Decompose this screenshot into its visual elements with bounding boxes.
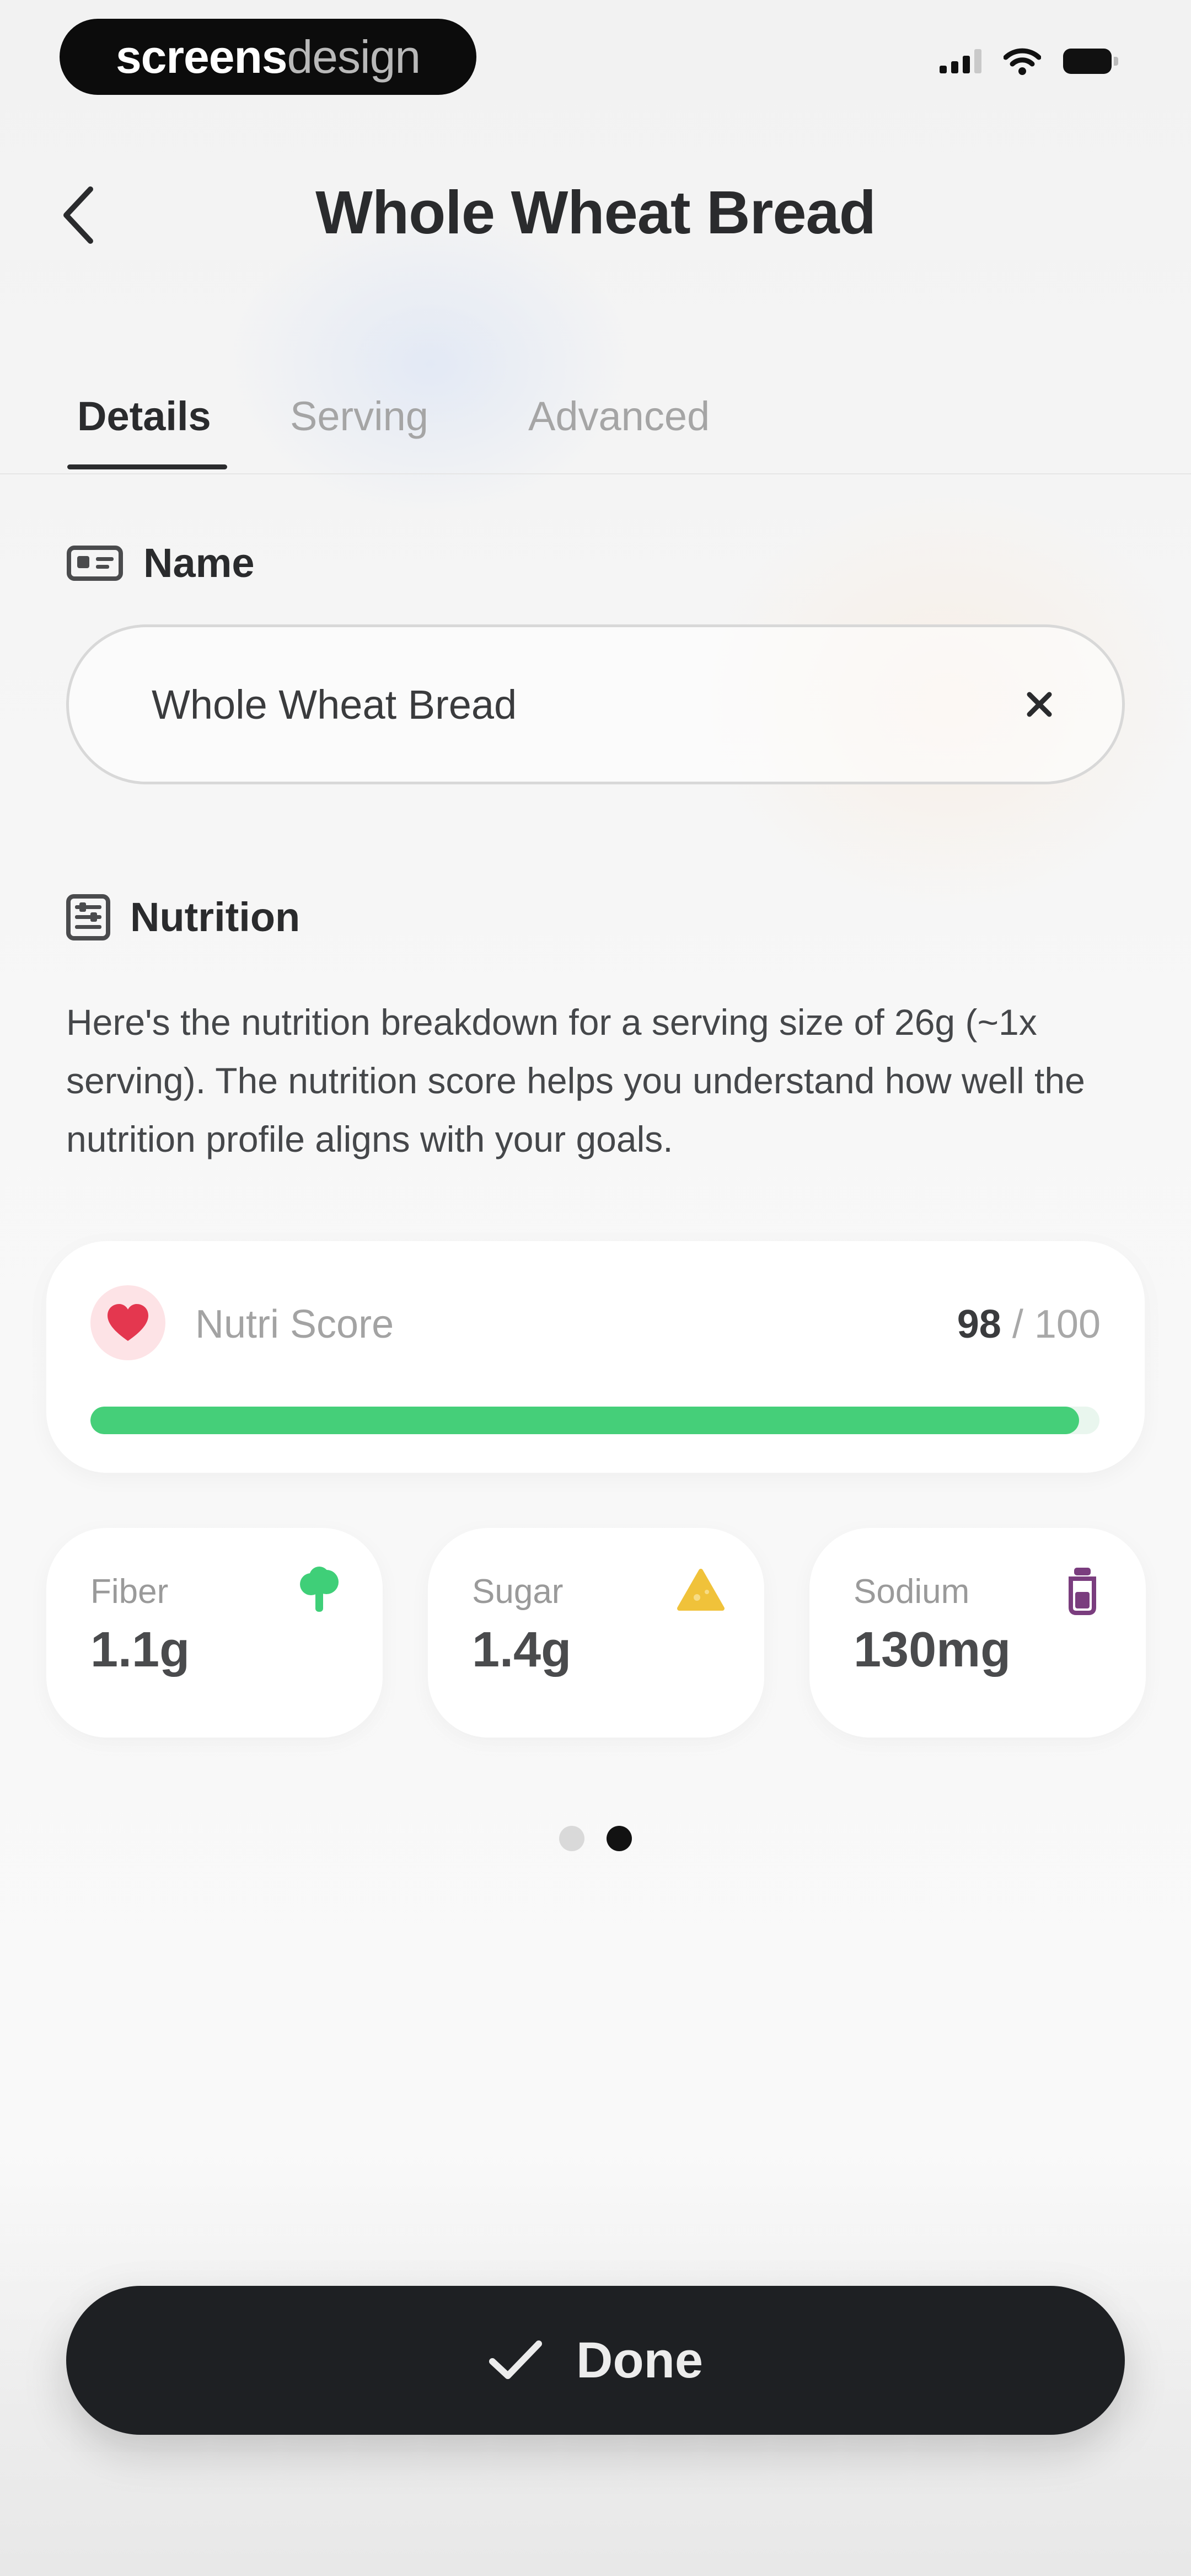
cheese-wedge-icon	[676, 1565, 726, 1615]
divider	[0, 473, 1191, 474]
score-number: 98	[957, 1302, 1001, 1346]
page-title: Whole Wheat Bread	[315, 179, 876, 247]
nutri-score-progress-bar	[90, 1407, 1099, 1434]
wifi-icon	[1004, 48, 1041, 75]
stat-value: 130mg	[854, 1622, 1011, 1677]
stat-label: Sugar	[472, 1573, 564, 1611]
app-screen: screens design Whole Wheat Bread Details …	[0, 0, 1191, 2576]
nutrition-section-header: Nutrition	[66, 894, 300, 940]
tab-details[interactable]: Details	[66, 386, 226, 474]
stat-value: 1.4g	[472, 1622, 572, 1677]
page-dot[interactable]	[559, 1826, 584, 1851]
active-tab-indicator	[67, 464, 227, 469]
brand-logo-pill: screens design	[60, 19, 476, 95]
nutri-score-value: 98 / 100	[957, 1302, 1101, 1347]
stat-value: 1.1g	[90, 1622, 190, 1677]
page-dot-active[interactable]	[607, 1826, 632, 1851]
fiber-stat-card[interactable]: Fiber 1.1g	[46, 1528, 383, 1738]
tab-label: Serving	[290, 393, 428, 439]
tab-serving[interactable]: Serving	[279, 386, 455, 474]
score-max: / 100	[1012, 1302, 1101, 1346]
tab-advanced[interactable]: Advanced	[517, 386, 749, 474]
stat-label: Sodium	[854, 1573, 970, 1611]
salt-shaker-icon	[1058, 1565, 1107, 1615]
stat-label: Fiber	[90, 1573, 169, 1611]
nutri-score-card: Nutri Score 98 / 100	[46, 1241, 1145, 1473]
battery-icon	[1063, 49, 1118, 74]
name-input[interactable]: Whole Wheat Bread	[66, 624, 1125, 784]
page-indicator	[0, 1826, 1191, 1851]
nutri-score-label: Nutri Score	[195, 1302, 394, 1346]
id-card-icon	[67, 545, 123, 581]
close-icon	[1027, 692, 1052, 717]
done-button-label: Done	[576, 2332, 703, 2388]
clear-input-button[interactable]	[1006, 671, 1072, 737]
status-icons	[940, 47, 1118, 75]
broccoli-icon	[294, 1565, 344, 1615]
sodium-stat-card[interactable]: Sodium 130mg	[809, 1528, 1146, 1738]
section-title: Nutrition	[130, 894, 301, 940]
tab-bar: Details Serving Advanced	[66, 386, 749, 474]
heart-badge	[90, 1285, 165, 1360]
tab-label: Details	[77, 393, 211, 439]
done-button[interactable]: Done	[66, 2286, 1125, 2435]
sliders-icon	[66, 894, 110, 940]
nutrition-description: Here's the nutrition breakdown for a ser…	[66, 1002, 1085, 1159]
name-input-value[interactable]: Whole Wheat Bread	[152, 681, 1006, 728]
name-section-header: Name	[66, 539, 255, 586]
cellular-signal-icon	[940, 49, 981, 73]
sugar-stat-card[interactable]: Sugar 1.4g	[428, 1528, 764, 1738]
progress-fill	[90, 1407, 1080, 1434]
brand-logo-text: screens	[115, 30, 288, 83]
brand-logo-text: design	[287, 30, 421, 83]
section-title: Name	[143, 540, 255, 586]
checkmark-icon	[489, 2340, 542, 2379]
heart-icon	[108, 1304, 148, 1341]
tab-label: Advanced	[528, 393, 710, 439]
